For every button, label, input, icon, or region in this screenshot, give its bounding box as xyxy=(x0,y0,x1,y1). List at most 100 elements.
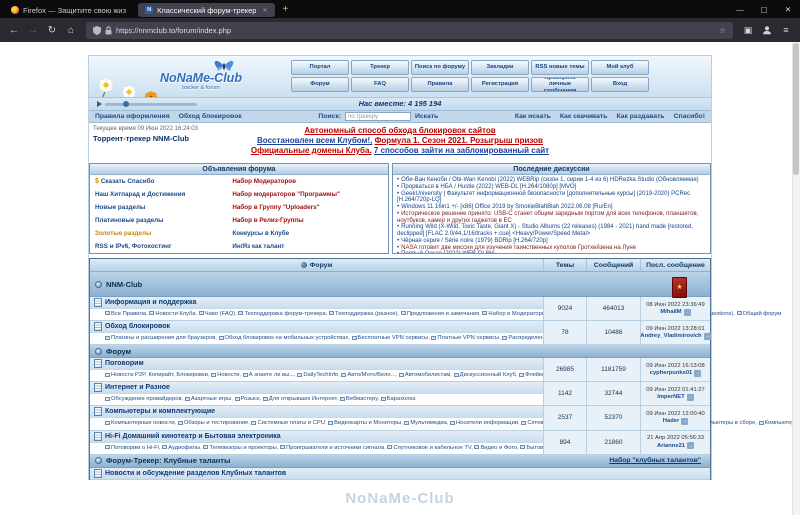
discussion-link[interactable]: Прорваться в НБА / Hustle (2022) WEB-DL … xyxy=(401,184,576,190)
address-bar[interactable]: https://nnmclub.to/forum/index.php ☆ xyxy=(86,21,733,39)
category-link[interactable]: NNM-Club xyxy=(106,280,142,289)
discussion-link[interactable]: Оби-Ван Кеноби / Obi-Wan Kenobi (2022) W… xyxy=(401,177,699,183)
announcement-panel-link[interactable]: Наш Хитпарад и Достижения xyxy=(95,191,230,198)
discussion-link[interactable]: NASA готовит две миссии для изучения таи… xyxy=(401,245,636,251)
topics-count: 78 xyxy=(543,321,586,345)
announcement-panel-link[interactable]: Набор Модераторов xyxy=(232,178,385,185)
subforum-item: Новости Клуба xyxy=(149,311,199,317)
forward-button[interactable]: → xyxy=(24,21,42,39)
search-input[interactable] xyxy=(345,112,411,121)
announcement-panel-link[interactable]: Новые разделы xyxy=(95,204,230,211)
new-tab-button[interactable]: + xyxy=(276,4,296,15)
account-icon[interactable] xyxy=(758,21,776,39)
last-post-user[interactable]: Arianne21 xyxy=(657,443,685,449)
announcement-link[interactable]: 7 способов зайти на заблокированный сайт xyxy=(374,146,549,155)
discussion-link[interactable]: GeekUniversity | Факультет информационно… xyxy=(397,191,690,204)
scrollbar-thumb[interactable] xyxy=(793,43,799,175)
forum-title-link[interactable]: Новости и обсуждение разделов Клубных та… xyxy=(105,470,286,477)
shield-icon[interactable] xyxy=(93,25,101,35)
subforum-item: Новости xyxy=(211,372,243,378)
announcement-panel-link[interactable]: Набор в Релиз-Группы xyxy=(232,217,385,224)
browser-tab-firefox[interactable]: Firefox — Защитите свою жиз xyxy=(4,3,133,17)
extensions-icon[interactable]: ▣ xyxy=(739,21,757,39)
menu-link[interactable]: Как искать xyxy=(515,113,551,120)
goto-last-post-icon[interactable]: → xyxy=(681,417,689,425)
nav-button[interactable]: Правила xyxy=(411,77,469,92)
discussion-link[interactable]: Первый Оскар (2022) WEB-DLRip xyxy=(401,251,495,253)
reload-button[interactable]: ↻ xyxy=(43,21,61,39)
nav-button[interactable]: Проверить личные сообщения xyxy=(531,77,589,92)
nav-button[interactable]: Портал xyxy=(291,60,349,75)
discussion-link[interactable]: Историческое решение принято: USB-C стан… xyxy=(397,211,698,224)
window-maximize-button[interactable]: ▢ xyxy=(752,0,776,18)
hamburger-menu-icon[interactable]: ≡ xyxy=(777,21,795,39)
forum-title-link[interactable]: Информация и поддержка xyxy=(105,299,196,306)
menu-link[interactable]: Спасибо! xyxy=(674,113,705,120)
forum-title-link[interactable]: Обход блокировок xyxy=(105,323,170,330)
category-link[interactable]: Форум-Трекер: Клубные таланты xyxy=(106,456,230,465)
goto-last-post-icon[interactable]: → xyxy=(686,393,694,401)
nav-button[interactable]: RSS новые темы xyxy=(531,60,589,75)
announcement-panel-link[interactable]: RSS и IPv6, Фотохостинг xyxy=(95,243,230,250)
announcement-link[interactable]: Автономный способ обхода блокировок сайт… xyxy=(304,126,495,135)
announcement-panel-link[interactable]: Набор модераторов "Программы" xyxy=(232,191,385,198)
search-button[interactable]: Искать xyxy=(415,113,438,120)
last-post-user[interactable]: Andrey_Vladimirovich xyxy=(640,333,701,339)
folder-icon xyxy=(736,311,742,316)
discussion-link[interactable]: Running Wild (X-Wild, Toxic Taste, Giant… xyxy=(397,224,693,237)
announcement-panel-link[interactable]: Платиновые разделы xyxy=(95,217,230,224)
folder-icon xyxy=(450,420,456,425)
scrollbar[interactable] xyxy=(792,42,800,515)
menu-link[interactable]: Как скачивать xyxy=(560,113,608,120)
nav-button[interactable]: Вход xyxy=(591,77,649,92)
announcement-panel-link[interactable]: Конкурсы в Клубе xyxy=(232,230,385,237)
goto-last-post-icon[interactable]: → xyxy=(694,369,702,377)
subforum-item: Новости P2P, Копирайт, Блокировки xyxy=(105,372,211,378)
announcement-link[interactable]: Официальные домены Клуба. xyxy=(251,146,372,155)
back-button[interactable]: ← xyxy=(5,21,23,39)
forum-title-link[interactable]: Компьютеры и комплектующие xyxy=(105,408,215,415)
menu-link[interactable]: Обход блокировок xyxy=(179,113,242,120)
nav-button[interactable]: Трекер xyxy=(351,60,409,75)
discussion-link[interactable]: Чёрная серия / Série noire (1979) BDRip … xyxy=(401,238,548,244)
goto-last-post-icon[interactable]: → xyxy=(687,442,695,450)
last-post-user[interactable]: cypherpunks01 xyxy=(650,370,693,376)
bookmark-star-icon[interactable]: ☆ xyxy=(719,26,726,35)
subforum-item: Системные платы и CPU xyxy=(251,420,328,426)
site-logo-title[interactable]: NoNaMe-Club tracker & forum xyxy=(141,71,261,91)
announcement-link[interactable]: Восстановлен всем Клубом!, xyxy=(257,136,372,145)
nav-button[interactable]: Регистрация xyxy=(471,77,529,92)
bullet-icon: • xyxy=(397,251,399,253)
window-close-button[interactable]: ✕ xyxy=(776,0,800,18)
home-button[interactable]: ⌂ xyxy=(62,21,80,39)
window-minimize-button[interactable]: — xyxy=(728,0,752,18)
menu-link[interactable]: Как раздавать xyxy=(616,113,664,120)
forum-title-link[interactable]: Поговорим xyxy=(105,360,144,367)
nav-button[interactable]: FAQ xyxy=(351,77,409,92)
category-link[interactable]: Форум xyxy=(106,347,131,356)
forum-title-link[interactable]: Интернет и Разное xyxy=(105,384,170,391)
last-post-cell: 21 Апр 2022 05:56:33 Arianne21 → xyxy=(640,430,710,454)
last-post-user[interactable]: Hader xyxy=(663,418,679,424)
forum-title-link[interactable]: Hi-Fi Домашний кинотеатр и Бытовая элект… xyxy=(105,433,281,440)
nav-button[interactable]: Мой клуб xyxy=(591,60,649,75)
announcement-panel-link[interactable]: Сказать Спасибо xyxy=(95,178,230,185)
goto-last-post-icon[interactable]: → xyxy=(703,332,711,340)
folder-icon xyxy=(105,335,110,340)
announcement-panel-link[interactable]: Золотые разделы xyxy=(95,230,230,237)
last-post-user[interactable]: ImperNET xyxy=(657,394,684,400)
browser-tab-forum[interactable]: N Классический форум-трекер ✕ xyxy=(138,3,275,17)
goto-last-post-icon[interactable]: → xyxy=(683,308,691,316)
last-post-user[interactable]: MihailM xyxy=(660,309,681,315)
announcement-panel-link[interactable]: Набор в Группу "Uploaders" xyxy=(232,204,385,211)
nav-button[interactable]: Поиск по форуму xyxy=(411,60,469,75)
menu-link[interactable]: Правила оформления xyxy=(95,113,170,120)
announcement-link[interactable]: Формула 1. Сезон 2021. Розыгрыш призов xyxy=(375,136,543,145)
announcement-panel-link[interactable]: Ин/Яз как талант xyxy=(232,243,385,250)
nav-button[interactable]: Закладки xyxy=(471,60,529,75)
nav-button[interactable]: Форум xyxy=(291,77,349,92)
discussion-link[interactable]: Windows 11 16in1 +/- [x86] Office 2019 b… xyxy=(401,204,612,210)
talents-recruit-link[interactable]: Набор "клубных талантов" xyxy=(609,457,705,464)
tab-close-icon[interactable]: ✕ xyxy=(260,7,267,14)
folder-icon xyxy=(297,372,303,377)
